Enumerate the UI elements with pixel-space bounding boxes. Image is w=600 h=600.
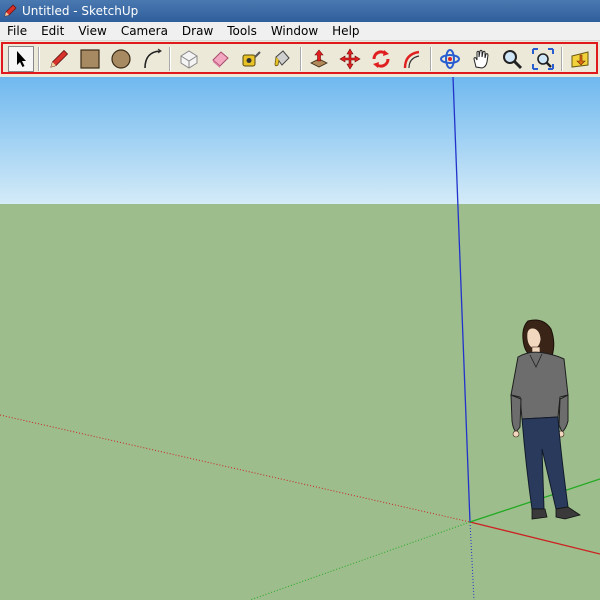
- toolbar-separator: [38, 47, 40, 71]
- rectangle-icon: [80, 49, 100, 69]
- orbit-tool-button[interactable]: [437, 46, 463, 72]
- pencil-icon: [50, 49, 69, 68]
- sky: [0, 77, 600, 204]
- menu-camera[interactable]: Camera: [114, 22, 175, 41]
- menu-draw[interactable]: Draw: [175, 22, 220, 41]
- eraser-tool-button[interactable]: [207, 46, 233, 72]
- menu-view[interactable]: View: [71, 22, 113, 41]
- menu-bar: File Edit View Camera Draw Tools Window …: [0, 22, 600, 41]
- select-tool-button[interactable]: [8, 46, 34, 72]
- move-tool-button[interactable]: [337, 46, 363, 72]
- zoom-tool-button[interactable]: [499, 46, 525, 72]
- component-box-icon: [180, 50, 198, 69]
- arc-tool-button[interactable]: [139, 46, 165, 72]
- tape-measure-tool-button[interactable]: [238, 46, 264, 72]
- eraser-icon: [212, 51, 229, 68]
- toolbar-separator: [169, 47, 171, 71]
- push-pull-tool-button[interactable]: [306, 46, 332, 72]
- menu-help[interactable]: Help: [325, 22, 366, 41]
- arrow-cursor-icon: [17, 51, 26, 67]
- toolbar-separator: [300, 47, 302, 71]
- title-bar: Untitled - SketchUp: [0, 0, 600, 22]
- move-arrows-icon: [339, 48, 361, 70]
- menu-edit[interactable]: Edit: [34, 22, 71, 41]
- rotate-tool-button[interactable]: [368, 46, 394, 72]
- arc-icon: [144, 48, 162, 69]
- hand-icon: [473, 49, 489, 69]
- zoom-extents-icon: [532, 48, 554, 70]
- make-component-tool-button[interactable]: [176, 46, 202, 72]
- paint-bucket-icon: [274, 50, 290, 67]
- orbit-icon: [440, 49, 460, 69]
- menu-file[interactable]: File: [0, 22, 34, 41]
- offset-tool-button[interactable]: [399, 46, 425, 72]
- line-tool-button[interactable]: [46, 46, 72, 72]
- paint-bucket-tool-button[interactable]: [269, 46, 295, 72]
- get-models-tool-button[interactable]: [567, 46, 593, 72]
- warehouse-icon: [571, 51, 589, 68]
- scene-canvas: [0, 77, 600, 600]
- circle-tool-button[interactable]: [108, 46, 134, 72]
- magnifier-icon: [503, 50, 523, 70]
- window-title: Untitled - SketchUp: [22, 4, 139, 18]
- sketchup-pencil-icon: [3, 4, 17, 18]
- ground-plane: [0, 204, 600, 600]
- offset-icon: [403, 50, 420, 69]
- getting-started-toolbar: [0, 41, 600, 77]
- pan-tool-button[interactable]: [468, 46, 494, 72]
- model-viewport[interactable]: [0, 77, 600, 600]
- rectangle-tool-button[interactable]: [77, 46, 103, 72]
- menu-window[interactable]: Window: [264, 22, 325, 41]
- menu-tools[interactable]: Tools: [220, 22, 264, 41]
- toolbar-separator: [561, 47, 563, 71]
- zoom-extents-tool-button[interactable]: [530, 46, 556, 72]
- tape-measure-icon: [242, 51, 261, 67]
- circle-icon: [111, 49, 131, 69]
- toolbar-separator: [430, 47, 432, 71]
- push-pull-icon: [310, 49, 328, 68]
- rotate-icon: [372, 50, 390, 68]
